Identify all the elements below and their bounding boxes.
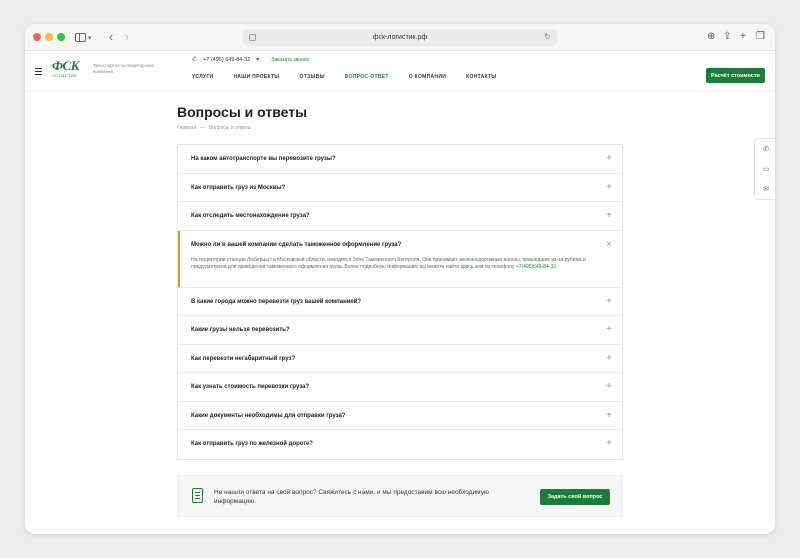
cta-text: Не нашли ответа на свой вопрос? Свяжитес… — [214, 489, 489, 505]
plus-icon[interactable]: + — [606, 182, 612, 193]
logo-mark: ФСК — [52, 58, 80, 73]
phone-icon: ✆ — [192, 57, 198, 63]
calculate-cost-button[interactable]: Расчёт стоимости — [706, 68, 765, 83]
menu-item-about[interactable]: О КОМПАНИИ — [409, 74, 446, 80]
phone-number[interactable]: +7 (495) 649-84-32 — [203, 57, 250, 63]
reload-icon[interactable]: ↻ — [544, 32, 551, 41]
download-icon[interactable]: ⊕ — [707, 31, 715, 43]
plus-icon[interactable]: + — [606, 154, 612, 164]
page-title: Вопросы и ответы — [177, 104, 308, 120]
faq-question: Как отправить груз из Москвы? — [191, 184, 286, 191]
menu-item-contacts[interactable]: КОНТАКТЫ — [466, 74, 496, 80]
plus-icon[interactable]: + — [606, 325, 612, 335]
ask-question-button[interactable]: Задать свой вопрос — [540, 489, 610, 505]
company-logo[interactable]: ФСК ЛОГИСТИК — [52, 59, 80, 83]
share-icon[interactable]: ⇪ — [723, 31, 731, 43]
menu-item-projects[interactable]: НАШИ ПРОЕКТЫ — [233, 74, 279, 80]
sidebar-icon — [75, 33, 86, 42]
faq-item[interactable]: На каком автотранспорте вы перевозите гр… — [178, 145, 622, 174]
menu-item-services[interactable]: УСЛУГИ — [192, 74, 213, 80]
breadcrumb-current: Вопросы и ответы — [209, 125, 252, 131]
plus-icon[interactable]: + — [606, 211, 612, 221]
faq-item-expanded[interactable]: Можно ли в вашей компании сделать таможе… — [178, 230, 622, 288]
plus-icon[interactable]: + — [606, 382, 612, 392]
chevron-down-icon: ▾ — [88, 34, 92, 42]
hamburger-menu-icon[interactable] — [35, 68, 42, 77]
faq-question: Можно ли в вашей компании сделать таможе… — [191, 241, 402, 248]
faq-question: В какие города можно перевезти груз ваше… — [191, 298, 362, 305]
document-icon — [192, 488, 203, 503]
faq-answer: На территории станции Люберцы I в Москов… — [191, 257, 611, 272]
faq-answer-phone[interactable]: +7(495)649-84-32. — [516, 264, 558, 270]
faq-question: Как отправить груз по железной дороге? — [191, 441, 313, 447]
phone-icon[interactable]: ✆ — [761, 145, 771, 155]
faq-list: На каком автотранспорте вы перевозите гр… — [177, 144, 623, 460]
logo-subtitle: ЛОГИСТИК — [52, 73, 78, 78]
zoom-window-button[interactable] — [57, 33, 65, 41]
page-settings-icon[interactable] — [249, 34, 256, 41]
url-text: фск-логистик.рф — [372, 34, 428, 41]
faq-item[interactable]: Какие документы необходимы для отправки … — [178, 402, 622, 430]
plus-icon[interactable]: + — [606, 296, 612, 307]
faq-question: Как узнать стоимость перевозки груза? — [191, 384, 310, 390]
callback-link[interactable]: Заказать звонок — [271, 57, 308, 63]
menu-item-reviews[interactable]: ОТЗЫВЫ — [300, 74, 325, 80]
chevron-down-icon[interactable]: ▾ — [256, 56, 259, 63]
browser-window: ▾ ‹ › фск-логистик.рф ↻ ⊕ ⇪ + ❐ ФСК ЛОГИ… — [25, 24, 775, 534]
mail-icon[interactable]: ✉ — [761, 185, 771, 195]
ask-question-banner: Не нашли ответа на свой вопрос? Свяжитес… — [177, 475, 623, 517]
close-icon[interactable]: × — [606, 239, 612, 250]
minimize-window-button[interactable] — [45, 33, 53, 41]
faq-item[interactable]: Как узнать стоимость перевозки груза? + — [178, 373, 622, 402]
address-bar[interactable]: фск-логистик.рф ↻ — [243, 29, 557, 46]
tagline: Транспортно-экспедиторская компания — [93, 63, 154, 74]
sidebar-toggle-button[interactable]: ▾ — [75, 31, 95, 44]
tab-overview-icon[interactable]: ❐ — [756, 31, 765, 43]
faq-question: На каком автотранспорте вы перевозите гр… — [191, 156, 336, 162]
plus-icon[interactable]: + — [606, 410, 612, 421]
faq-question: Какие грузы нельзя перевозить? — [191, 327, 290, 333]
faq-answer-link[interactable]: здесь — [461, 264, 474, 270]
new-tab-icon[interactable]: + — [740, 31, 746, 43]
site-header: ФСК ЛОГИСТИК Транспортно-экспедиторская … — [25, 52, 775, 92]
browser-toolbar: ▾ ‹ › фск-логистик.рф ↻ ⊕ ⇪ + ❐ — [25, 24, 775, 51]
main-menu: УСЛУГИ НАШИ ПРОЕКТЫ ОТЗЫВЫ ВОПРОС-ОТВЕТ … — [192, 74, 497, 80]
faq-answer-text-2: или по телефону — [474, 264, 515, 270]
plus-icon[interactable]: + — [606, 439, 612, 449]
forward-arrow-icon[interactable]: › — [125, 30, 129, 44]
faq-question: Как отследить местонахождение груза? — [191, 213, 310, 219]
faq-item[interactable]: В какие города можно перевезти груз ваше… — [178, 288, 622, 316]
close-window-button[interactable] — [33, 33, 41, 41]
faq-item[interactable]: Как перевезти негабаритный груз? + — [178, 345, 622, 373]
chat-icon[interactable]: ▭ — [761, 165, 771, 175]
menu-item-faq[interactable]: ВОПРОС-ОТВЕТ — [345, 74, 389, 80]
faq-item[interactable]: Как отправить груз из Москвы? + — [178, 174, 622, 202]
faq-question: Как перевезти негабаритный груз? — [191, 355, 296, 362]
back-arrow-icon[interactable]: ‹ — [109, 30, 113, 44]
breadcrumb: Главная — Вопросы и ответы — [177, 125, 251, 131]
breadcrumb-separator: — — [200, 125, 206, 131]
faq-item[interactable]: Какие грузы нельзя перевозить? + — [178, 316, 622, 345]
breadcrumb-home[interactable]: Главная — [177, 125, 196, 131]
faq-item[interactable]: Как отследить местонахождение груза? + — [178, 202, 622, 231]
plus-icon[interactable]: + — [606, 353, 612, 364]
faq-item[interactable]: Как отправить груз по железной дороге? + — [178, 430, 622, 459]
phone-row: ✆ +7 (495) 649-84-32 ▾ Заказать звонок — [192, 56, 309, 64]
side-contact-widget: ✆ ▭ ✉ — [754, 138, 775, 200]
faq-question: Какие документы необходимы для отправки … — [191, 412, 346, 419]
